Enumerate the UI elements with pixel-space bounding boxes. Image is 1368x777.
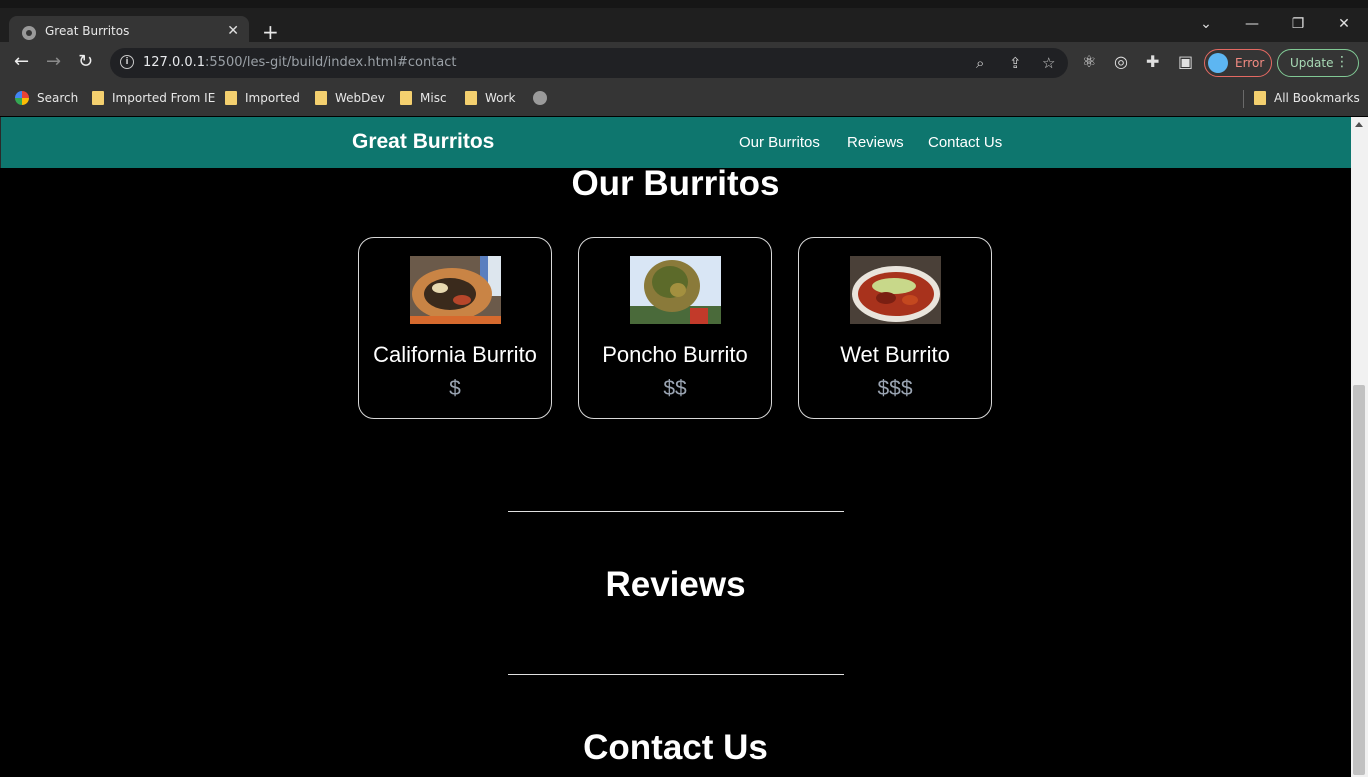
scroll-up-arrow-icon[interactable]	[1355, 122, 1363, 127]
minimize-icon[interactable]: —	[1229, 8, 1275, 42]
california-burrito-image	[410, 256, 501, 324]
folder-icon	[465, 91, 477, 105]
poncho-burrito-image	[630, 256, 721, 324]
globe-bookmark-icon[interactable]	[533, 91, 547, 105]
reload-icon[interactable]: ↻	[78, 52, 93, 72]
folder-icon	[1254, 91, 1266, 105]
burrito-price: $	[449, 377, 461, 400]
folder-icon	[225, 91, 237, 105]
back-icon[interactable]: ←	[14, 52, 29, 72]
bookmark-folder-webdev[interactable]: WebDev	[315, 91, 385, 105]
bookmark-star-icon[interactable]: ☆	[1042, 54, 1055, 72]
scrollbar-thumb[interactable]	[1353, 385, 1365, 775]
nav-link-contact-us[interactable]: Contact Us	[928, 134, 1002, 151]
browser-toolbar: ← → ↻ i 127.0.0.1:5500/les-git/build/ind…	[0, 42, 1368, 84]
site-info-icon[interactable]: i	[120, 55, 134, 69]
forward-icon[interactable]: →	[46, 52, 61, 72]
bookmark-folder-imported-from-ie[interactable]: Imported From IE	[92, 91, 215, 105]
update-button[interactable]: Update ⋮	[1277, 49, 1359, 77]
bookmark-folder-misc[interactable]: Misc	[400, 91, 447, 105]
folder-icon	[400, 91, 412, 105]
burrito-name: California Burrito	[373, 342, 537, 367]
url-text[interactable]: 127.0.0.1:5500/les-git/build/index.html#…	[143, 55, 457, 70]
page-scrollbar[interactable]	[1351, 117, 1368, 777]
nav-link-reviews[interactable]: Reviews	[847, 134, 904, 151]
folder-icon	[92, 91, 104, 105]
bookmarks-bar: Search Imported From IE Imported WebDev …	[0, 84, 1368, 116]
restore-icon[interactable]: ❐	[1275, 8, 1321, 42]
bookmarks-divider	[1243, 90, 1244, 108]
bookmark-search[interactable]: Search	[15, 91, 78, 105]
section-title-our-burritos: Our Burritos	[571, 164, 780, 203]
wet-burrito-image	[850, 256, 941, 324]
extension-circle-icon[interactable]: ◎	[1114, 53, 1128, 71]
address-bar[interactable]: i 127.0.0.1:5500/les-git/build/index.htm…	[110, 48, 1068, 78]
profile-status-label: Error	[1235, 56, 1265, 70]
site-brand[interactable]: Great Burritos	[352, 130, 494, 154]
burrito-price: $$	[663, 377, 687, 400]
zoom-icon[interactable]: ⌕	[976, 54, 984, 72]
burrito-price: $$$	[877, 377, 913, 400]
menu-kebab-icon[interactable]: ⋮	[1335, 54, 1349, 70]
extensions-puzzle-icon[interactable]: ✚	[1146, 53, 1159, 71]
new-tab-button[interactable]: +	[262, 22, 279, 42]
profile-error-button[interactable]: Error	[1204, 49, 1272, 77]
site-navbar: Great Burritos Our Burritos Reviews Cont…	[0, 117, 1351, 168]
share-icon[interactable]: ⇪	[1009, 54, 1022, 72]
globe-icon	[22, 26, 36, 40]
burrito-card: California Burrito $	[358, 237, 552, 419]
update-label: Update	[1290, 56, 1334, 70]
web-page: Great Burritos Our Burritos Reviews Cont…	[0, 117, 1351, 777]
section-title-contact-us: Contact Us	[583, 728, 768, 767]
bookmark-folder-imported[interactable]: Imported	[225, 91, 300, 105]
tab-close-icon[interactable]: ✕	[227, 23, 239, 39]
section-title-reviews: Reviews	[605, 565, 746, 604]
tab-strip: Great Burritos ✕ + ⌄ — ❐ ✕	[0, 0, 1368, 50]
tab-title: Great Burritos	[45, 24, 130, 38]
side-panel-icon[interactable]: ▣	[1178, 53, 1193, 71]
react-devtools-icon[interactable]: ⚛	[1082, 53, 1096, 71]
nav-link-our-burritos[interactable]: Our Burritos	[739, 134, 820, 151]
google-icon	[15, 91, 29, 105]
tab-search-icon[interactable]: ⌄	[1183, 8, 1229, 42]
close-window-icon[interactable]: ✕	[1321, 8, 1367, 42]
burrito-name: Wet Burrito	[840, 342, 950, 367]
section-divider	[508, 511, 844, 512]
section-divider	[508, 674, 844, 675]
folder-icon	[315, 91, 327, 105]
burrito-card: Wet Burrito $$$	[798, 237, 992, 419]
all-bookmarks[interactable]: All Bookmarks	[1254, 91, 1360, 105]
burrito-card: Poncho Burrito $$	[578, 237, 772, 419]
bookmark-folder-work[interactable]: Work	[465, 91, 515, 105]
avatar	[1208, 53, 1228, 73]
burrito-name: Poncho Burrito	[602, 342, 748, 367]
